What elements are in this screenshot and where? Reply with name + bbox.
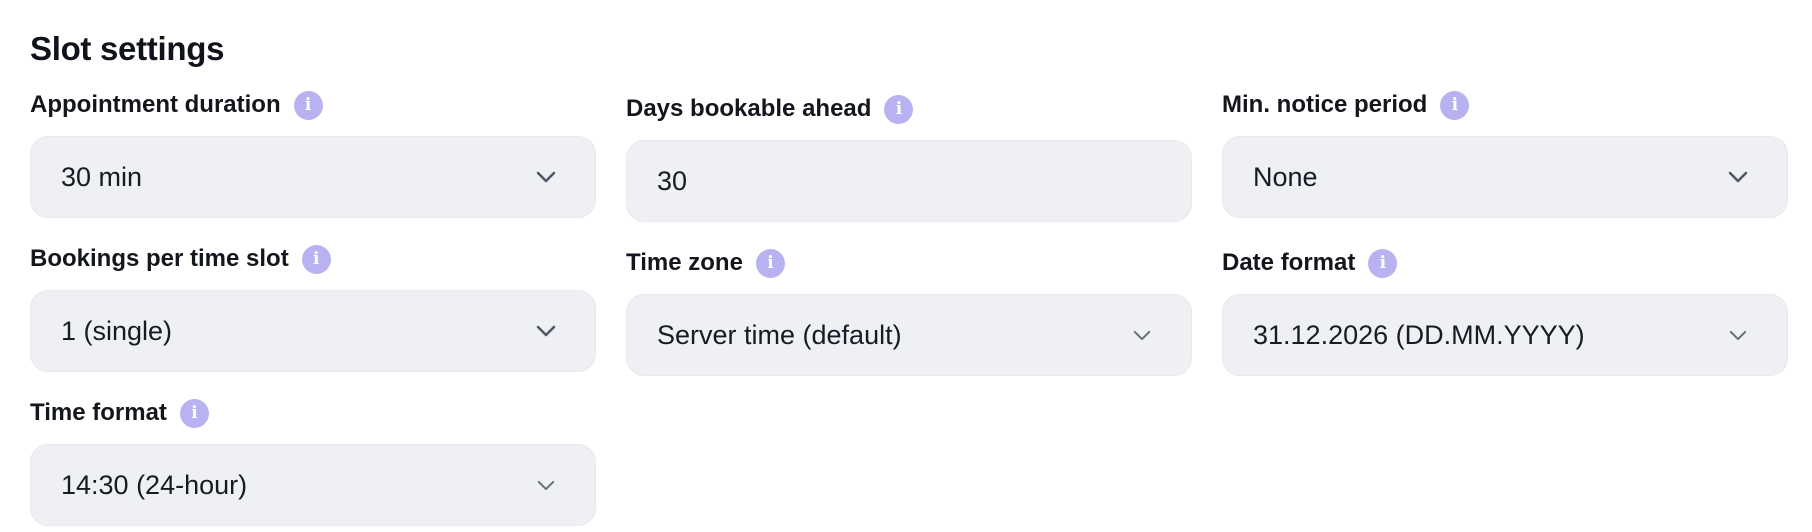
chevron-down-icon [531,316,561,346]
chevron-down-icon [1723,320,1753,350]
date-format-label: Date format [1222,249,1356,276]
info-icon[interactable]: i [179,398,209,428]
time-format-label: Time format [30,399,167,426]
date-format-value: 31.12.2026 (DD.MM.YYYY) [1253,319,1585,350]
field-label-row: Appointment duration i [30,88,596,122]
min-notice-period-select[interactable]: None [1222,136,1788,218]
bookings-per-time-slot-select[interactable]: 1 (single) [30,290,596,372]
bookings-per-time-slot-label: Bookings per time slot [30,245,289,272]
min-notice-period-value: None [1253,161,1318,192]
info-icon[interactable]: i [1440,90,1470,120]
info-icon[interactable]: i [884,94,914,124]
time-format-value: 14:30 (24-hour) [61,469,248,500]
days-bookable-ahead-value: 30 [657,165,688,196]
section-title: Slot settings [30,30,225,67]
min-notice-period-label: Min. notice period [1222,91,1428,118]
chevron-down-icon [1127,320,1157,350]
info-icon[interactable]: i [755,248,785,278]
field-label-row: Time zone i [626,246,1192,280]
bookings-per-time-slot-field: Bookings per time slot i 1 (single) [30,242,596,372]
info-icon[interactable]: i [293,90,323,120]
field-label-row: Time format i [30,396,596,430]
time-zone-select[interactable]: Server time (default) [626,294,1192,376]
chevron-down-icon [531,162,561,192]
appointment-duration-label: Appointment duration [30,91,281,118]
chevron-down-icon [531,470,561,500]
appointment-duration-value: 30 min [61,161,143,192]
date-format-select[interactable]: 31.12.2026 (DD.MM.YYYY) [1222,294,1788,376]
chevron-down-icon [1723,162,1753,192]
time-zone-value: Server time (default) [657,319,902,350]
time-zone-field: Time zone i Server time (default) [626,246,1192,376]
info-icon[interactable]: i [301,244,331,274]
info-icon[interactable]: i [1368,248,1398,278]
field-label-row: Days bookable ahead i [626,92,1192,126]
min-notice-period-field: Min. notice period i None [1222,88,1788,218]
field-label-row: Bookings per time slot i [30,242,596,276]
days-bookable-ahead-field: Days bookable ahead i 30 [626,92,1192,222]
date-format-field: Date format i 31.12.2026 (DD.MM.YYYY) [1222,246,1788,376]
time-format-field: Time format i 14:30 (24-hour) [30,396,596,526]
days-bookable-ahead-input[interactable]: 30 [626,140,1192,222]
bookings-per-time-slot-value: 1 (single) [61,315,173,346]
appointment-duration-select[interactable]: 30 min [30,136,596,218]
days-bookable-ahead-label: Days bookable ahead [626,95,872,122]
time-format-select[interactable]: 14:30 (24-hour) [30,444,596,526]
field-label-row: Min. notice period i [1222,88,1788,122]
time-zone-label: Time zone [626,249,743,276]
appointment-duration-field: Appointment duration i 30 min [30,88,596,218]
field-label-row: Date format i [1222,246,1788,280]
